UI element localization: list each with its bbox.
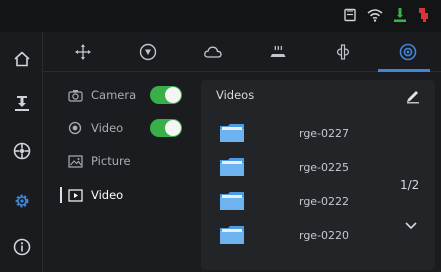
printer-screen: Camera Video Picture Video Videos rge-02…	[0, 0, 441, 272]
home-icon	[13, 51, 30, 67]
wifi-icon	[367, 9, 383, 22]
toggle-knob	[165, 87, 181, 103]
info-icon	[13, 238, 30, 256]
tab-heatbed[interactable]	[248, 32, 308, 72]
next-page-button[interactable]	[401, 218, 421, 232]
camera-icon	[67, 87, 83, 103]
video-file-name: rge-0220	[299, 229, 350, 242]
active-item-indicator	[60, 187, 62, 203]
sidebar-item-print-head[interactable]	[0, 84, 43, 122]
menu-label-video-list: Video	[91, 188, 124, 202]
tab-camera[interactable]	[378, 32, 438, 72]
sd-card-icon	[344, 8, 356, 22]
pencil-icon	[407, 91, 419, 104]
video-play-icon	[67, 187, 83, 203]
video-file-name: rge-0227	[299, 127, 350, 140]
picture-icon	[67, 153, 83, 169]
cloud-icon	[204, 46, 222, 58]
videos-panel: Videos rge-0227 rge-0225 rge-0222 rge-02…	[201, 80, 435, 270]
video-file-row[interactable]: rge-0227	[213, 118, 403, 150]
filament-spool-icon	[13, 142, 30, 160]
sidebar-item-filament[interactable]	[0, 132, 43, 170]
menu-label-picture: Picture	[91, 154, 131, 168]
menu-label-camera: Camera	[91, 88, 137, 102]
chevron-down-icon	[405, 221, 417, 229]
sidebar-item-info[interactable]	[0, 228, 43, 266]
video-record-icon	[67, 120, 83, 136]
move-axes-icon	[75, 44, 91, 60]
printer-status-icon	[394, 8, 406, 22]
main-sidebar	[0, 32, 43, 272]
panel-title: Videos	[216, 88, 255, 102]
video-file-name: rge-0225	[299, 161, 350, 174]
menu-item-video-list[interactable]: Video	[43, 179, 201, 211]
settings-tab-strip	[43, 32, 441, 72]
edit-button[interactable]	[403, 86, 423, 106]
sidebar-item-home[interactable]	[0, 40, 43, 78]
status-bar	[0, 0, 441, 32]
video-file-name: rge-0222	[299, 195, 350, 208]
folder-icon	[220, 124, 244, 142]
tab-fan[interactable]	[313, 32, 373, 72]
video-record-toggle[interactable]	[150, 119, 182, 137]
nozzle-icon	[139, 43, 157, 61]
settings-gear-icon	[15, 194, 28, 208]
menu-item-picture[interactable]: Picture	[43, 145, 201, 177]
folder-icon	[220, 192, 244, 210]
folder-icon	[220, 226, 244, 244]
video-file-row[interactable]: rge-0225	[213, 152, 403, 184]
camera-lens-icon	[399, 43, 417, 61]
tab-nozzle[interactable]	[118, 32, 178, 72]
video-file-row[interactable]: rge-0220	[213, 220, 403, 252]
fan-icon	[336, 44, 350, 60]
usb-icon	[419, 8, 428, 22]
menu-label-video-record: Video	[91, 121, 124, 135]
menu-item-video-record: Video	[43, 112, 201, 144]
tab-cloud[interactable]	[183, 32, 243, 72]
folder-icon	[220, 158, 244, 176]
video-file-row[interactable]: rge-0222	[213, 186, 403, 218]
active-tab-indicator	[378, 69, 430, 72]
print-head-icon	[14, 96, 29, 111]
toggle-knob	[165, 120, 181, 136]
tab-move-axes[interactable]	[53, 32, 113, 72]
camera-toggle[interactable]	[150, 86, 182, 104]
camera-settings-menu: Camera Video Picture Video	[43, 72, 201, 272]
menu-item-camera: Camera	[43, 79, 201, 111]
sidebar-item-settings[interactable]	[0, 182, 43, 220]
heatbed-icon	[270, 45, 286, 57]
page-indicator: 1/2	[400, 178, 420, 192]
